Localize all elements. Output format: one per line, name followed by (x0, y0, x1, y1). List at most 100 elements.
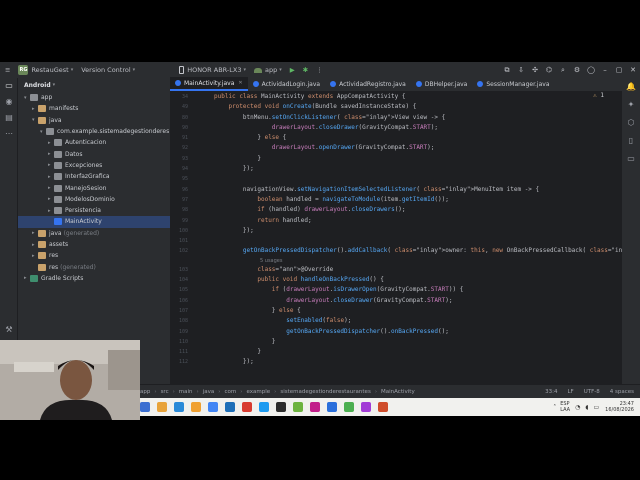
tree-item[interactable]: res (generated) (18, 261, 170, 272)
code-editor[interactable]: ⚠ 1 34 public class MainActivity extends … (170, 92, 622, 400)
breadcrumb-item[interactable]: app (140, 389, 150, 395)
tree-item[interactable]: ▸ Datos (18, 148, 170, 159)
line-number: 94 (181, 166, 188, 173)
line-separator[interactable]: LF (567, 389, 573, 395)
minimize-icon[interactable]: – (598, 66, 612, 74)
editor-tab[interactable]: MainActivity.java ✕ (170, 77, 248, 91)
settings-icon[interactable]: ⚙ (570, 66, 584, 74)
tree-item[interactable]: ▸ ManejoSesion (18, 182, 170, 193)
gradle-tool-icon[interactable]: ⬡ (622, 114, 640, 132)
device-manager-icon[interactable]: ⧉ (500, 66, 514, 75)
build-tool-icon[interactable]: ⚒ (0, 322, 18, 338)
more-actions-icon[interactable]: ⋮ (316, 66, 323, 74)
file-encoding[interactable]: UTF-8 (584, 389, 600, 395)
taskbar-app-icon[interactable] (378, 402, 388, 412)
search-icon[interactable]: ⌕ (556, 66, 570, 75)
running-devices-icon[interactable]: ▭ (622, 150, 640, 168)
taskbar-app-icon[interactable] (140, 402, 150, 412)
close-icon[interactable]: ✕ (626, 66, 640, 74)
taskbar-app-icon[interactable] (310, 402, 320, 412)
taskbar-app-icon[interactable] (174, 402, 184, 412)
tree-item[interactable]: ▸ Autenticacion (18, 137, 170, 148)
editor-tab[interactable]: ActividadRegistro.java (325, 77, 411, 91)
breadcrumb-item[interactable]: com (224, 389, 236, 395)
line-number: 104 (178, 277, 188, 284)
close-tab-icon[interactable]: ✕ (238, 80, 242, 86)
taskbar-app-icon[interactable] (191, 402, 201, 412)
breadcrumb-item[interactable]: sistemadegestionderestaurantes (280, 389, 370, 395)
taskbar-app-icon[interactable] (344, 402, 354, 412)
tree-item[interactable]: ▸ res (18, 250, 170, 261)
caret-position[interactable]: 33:4 (545, 389, 557, 395)
java-class-icon (415, 81, 422, 87)
breadcrumb-separator: › (172, 388, 175, 395)
taskbar-app-icon[interactable] (361, 402, 371, 412)
debug-button[interactable]: ✱ (303, 66, 308, 74)
editor-tab[interactable]: SessionManager.java (472, 77, 554, 91)
editor-tab[interactable]: DBHelper.java (411, 77, 473, 91)
editor-tab[interactable]: ActividadLogin.java (248, 77, 326, 91)
resource-manager-icon[interactable]: ▤ (0, 110, 18, 126)
tree-item[interactable]: ▸ Persistencia (18, 205, 170, 216)
tab-label: ActividadRegistro.java (339, 80, 406, 88)
chevron-up-icon[interactable]: ˄ (553, 404, 556, 411)
tree-item[interactable]: MainActivity (18, 216, 170, 228)
taskbar-app-icon[interactable] (225, 402, 235, 412)
tree-item[interactable]: ▾ com.example.sistemadegestionderes (18, 126, 170, 137)
project-view-selector[interactable]: Android ▾ (18, 78, 170, 92)
breadcrumb: app › src › main › java › com › example › sistemadeg… (140, 389, 419, 395)
breadcrumb-item[interactable]: example (246, 389, 270, 395)
sdk-manager-icon[interactable]: ⇩ (514, 66, 528, 74)
tree-item-label: assets (49, 241, 69, 248)
folder-icon (54, 173, 62, 181)
line-number: 92 (181, 145, 188, 152)
run-button[interactable]: ▶ (290, 66, 295, 74)
tree-item[interactable]: ▸ assets (18, 239, 170, 250)
taskbar-app-icon[interactable] (259, 402, 269, 412)
device-explorer-icon[interactable]: ▯ (622, 132, 640, 150)
taskbar-apps (140, 402, 395, 412)
account-icon[interactable]: ◯ (584, 66, 598, 74)
tree-item[interactable]: ▸ Gradle Scripts (18, 273, 170, 284)
indent-setting[interactable]: 4 spaces (610, 389, 634, 395)
breadcrumb-item[interactable]: src (161, 389, 169, 395)
taskbar-app-icon[interactable] (327, 402, 337, 412)
breadcrumb-item[interactable]: java (203, 389, 215, 395)
profiler-icon[interactable]: ⌬ (542, 66, 556, 74)
usages-hint[interactable]: 5 usages (170, 257, 622, 265)
tree-item[interactable]: ▸ ModelosDominio (18, 194, 170, 205)
plugins-icon[interactable]: ✣ (528, 66, 542, 74)
tree-item[interactable]: ▸ java (generated) (18, 228, 170, 239)
line-number: 110 (178, 338, 188, 345)
clock[interactable]: 23:47 16/08/2026 (605, 401, 634, 413)
taskbar-app-icon[interactable] (293, 402, 303, 412)
taskbar-app-icon[interactable] (208, 402, 218, 412)
notifications-icon[interactable]: 🔔 (622, 78, 640, 96)
gemini-icon[interactable]: ✦ (622, 96, 640, 114)
tree-item[interactable]: ▾ java (18, 115, 170, 126)
taskbar-app-icon[interactable] (157, 402, 167, 412)
tree-item[interactable]: ▸ Excepciones (18, 160, 170, 171)
commit-tool-icon[interactable]: ◉ (0, 94, 18, 110)
project-tool-icon[interactable]: ▭ (0, 78, 18, 94)
taskbar-app-icon[interactable] (276, 402, 286, 412)
battery-icon[interactable]: ▭ (594, 404, 600, 411)
breadcrumb-item[interactable]: main (179, 389, 193, 395)
tree-item[interactable]: ▸ InterfazGrafica (18, 171, 170, 182)
run-config-selector[interactable]: app ▾ (253, 66, 282, 74)
editor-tabs: MainActivity.java ✕ ActividadLogin.java Act… (170, 77, 640, 92)
tree-item[interactable]: ▸ manifests (18, 103, 170, 114)
language-indicator[interactable]: ESP LAA (560, 401, 570, 413)
folder-icon (38, 241, 46, 248)
volume-icon[interactable]: ◖ (585, 404, 588, 411)
maximize-icon[interactable]: ▢ (612, 66, 626, 74)
breadcrumb-item[interactable]: MainActivity (381, 389, 415, 395)
wifi-icon[interactable]: ◔ (575, 404, 580, 411)
project-selector[interactable]: RG RestauGest ▾ (18, 65, 73, 75)
more-tools-icon[interactable]: ⋯ (0, 126, 18, 142)
vcs-selector[interactable]: Version Control ▾ (81, 66, 135, 74)
device-selector[interactable]: HONOR ABR-LX3 ▾ (179, 66, 246, 74)
tree-item[interactable]: ▾ app (18, 92, 170, 103)
main-menu-icon[interactable]: ≡ (5, 66, 10, 74)
taskbar-app-icon[interactable] (242, 402, 252, 412)
